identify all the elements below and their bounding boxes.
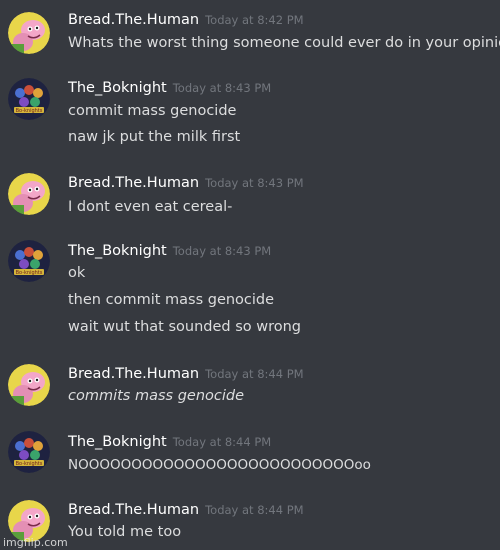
avatar-boknight[interactable]: Bo-knights <box>8 431 50 473</box>
timestamp: Today at 8:43 PM <box>205 176 304 190</box>
timestamp: Today at 8:42 PM <box>205 13 304 27</box>
message-text: commit mass genocide <box>68 103 237 119</box>
message-text: NOOOOOOOOOOOOOOOOOOOOOOOOOOoo <box>68 457 371 473</box>
svg-text:Bo-knights: Bo-knights <box>16 461 43 467</box>
username[interactable]: Bread.The.Human <box>68 502 199 518</box>
message-text: wait wut that sounded so wrong <box>68 319 302 335</box>
message-text: ok <box>68 265 86 281</box>
timestamp: Today at 8:43 PM <box>172 81 272 95</box>
timestamp: Today at 8:43 PM <box>172 244 272 258</box>
message-text: Whats the worst thing someone could ever… <box>68 35 500 51</box>
avatar-boknight[interactable]: Bo-knights <box>8 240 50 282</box>
username[interactable]: The_Boknight <box>68 80 167 96</box>
message-text: I dont even eat cereal- <box>68 199 233 215</box>
message-text: then commit mass genocide <box>68 292 275 308</box>
timestamp: Today at 8:44 PM <box>172 435 272 449</box>
timestamp: Today at 8:44 PM <box>205 367 304 381</box>
username[interactable]: Bread.The.Human <box>68 175 199 191</box>
timestamp: Today at 8:44 PM <box>205 503 304 517</box>
avatar-bread[interactable] <box>8 12 50 54</box>
avatar-bread[interactable] <box>8 364 50 406</box>
username[interactable]: Bread.The.Human <box>68 12 199 28</box>
svg-text:Bo-knights: Bo-knights <box>16 108 43 114</box>
username[interactable]: Bread.The.Human <box>68 366 199 382</box>
message-text: commits mass genocide <box>68 388 245 404</box>
message-text: You told me too <box>68 524 182 540</box>
username[interactable]: The_Boknight <box>68 434 167 450</box>
username[interactable]: The_Boknight <box>68 243 167 259</box>
message-text: naw jk put the milk first <box>68 129 241 145</box>
avatar-bread[interactable] <box>8 173 50 215</box>
svg-text:Bo-knights: Bo-knights <box>16 270 43 276</box>
avatar-boknight[interactable]: Bo-knights <box>8 78 50 120</box>
imgflip-watermark: imgflip.com <box>3 536 68 549</box>
